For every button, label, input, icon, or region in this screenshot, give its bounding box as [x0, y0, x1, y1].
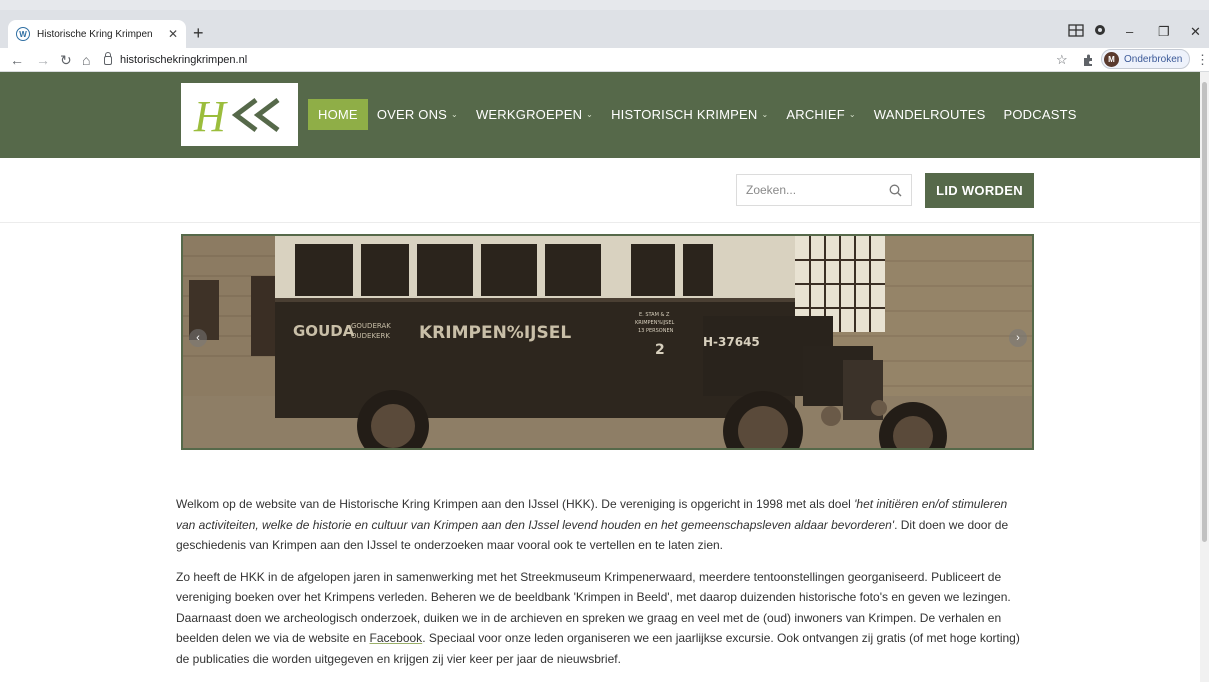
scrollbar-thumb[interactable]: [1202, 82, 1207, 542]
nav-label: HOME: [318, 107, 358, 122]
home-icon[interactable]: ⌂: [82, 51, 90, 69]
site-header: H HOME OVER ONS ⌄ WERKGROEPEN ⌄ HISTORISCH KR…: [0, 72, 1200, 158]
bus-text-oudekerk: OUDEKERK: [351, 332, 390, 340]
svg-text:H: H: [193, 94, 228, 136]
window-top-strip: [0, 0, 1209, 10]
reload-icon[interactable]: ↻: [60, 51, 72, 69]
tab-bar: W Historische Kring Krimpen ✕ + – ❐ ✕: [0, 10, 1209, 48]
utility-bar: LID WORDEN: [0, 158, 1200, 223]
search-icon[interactable]: [889, 184, 902, 197]
chevron-down-icon: ⌄: [761, 110, 769, 119]
url-field[interactable]: historischekringkrimpen.nl: [104, 50, 1144, 70]
back-icon[interactable]: ←: [10, 51, 24, 69]
menu-dots-icon[interactable]: ⋮: [1196, 50, 1209, 70]
bus-text-gouderak: GOUDERAK: [351, 322, 391, 330]
nav-label: OVER ONS: [376, 107, 448, 122]
new-tab-button[interactable]: +: [193, 24, 204, 42]
intro-text: Welkom op de website van de Historische …: [176, 494, 1026, 680]
browser-window: W Historische Kring Krimpen ✕ + – ❐ ✕ ← …: [0, 0, 1209, 682]
bookmark-star-icon[interactable]: ☆: [1056, 50, 1068, 70]
bus-license-plate: H-37645: [703, 335, 760, 349]
vintage-bus-photo: GOUDA GOUDERAK OUDEKERK KRIMPEN%IJSEL E.…: [183, 236, 1032, 448]
facebook-link[interactable]: Facebook: [369, 631, 422, 645]
search-box: [736, 174, 912, 206]
nav-item-historisch-krimpen[interactable]: HISTORISCH KRIMPEN ⌄: [602, 99, 777, 130]
url-text: historischekringkrimpen.nl: [120, 54, 248, 66]
close-window-button[interactable]: ✕: [1190, 24, 1201, 40]
browser-tab[interactable]: W Historische Kring Krimpen ✕: [8, 20, 186, 48]
extensions-icon[interactable]: [1082, 50, 1094, 70]
search-input[interactable]: [746, 183, 876, 197]
record-icon[interactable]: [1094, 24, 1106, 36]
lock-icon: [104, 51, 112, 65]
address-bar: ← → ↻ ⌂ historischekringkrimpen.nl ☆ M O…: [0, 48, 1209, 72]
nav-label: WANDELROUTES: [873, 107, 986, 122]
forward-icon[interactable]: →: [36, 51, 50, 69]
nav-label: HISTORISCH KRIMPEN: [611, 107, 758, 122]
bus-sign-line2: KRIMPEN%IJSEL: [635, 320, 674, 326]
nav-item-werkgroepen[interactable]: WERKGROEPEN ⌄: [467, 99, 602, 130]
intro-paragraph-1: Welkom op de website van de Historische …: [176, 497, 1009, 552]
chevron-down-icon: ⌄: [586, 110, 594, 119]
profile-label: Onderbroken: [1124, 53, 1183, 65]
avatar: M: [1104, 51, 1119, 67]
nav-item-home[interactable]: HOME: [308, 99, 368, 130]
chevron-down-icon: ⌄: [451, 110, 458, 119]
bus-sign-line1: E. STAM & Z: [639, 312, 670, 318]
wordpress-icon: W: [16, 27, 30, 41]
tab-search-icon[interactable]: [1068, 24, 1084, 37]
bus-number: 2: [655, 342, 665, 358]
restore-button[interactable]: ❐: [1158, 24, 1170, 40]
join-button[interactable]: LID WORDEN: [925, 173, 1034, 208]
nav-label: ARCHIEF: [786, 107, 845, 122]
close-tab-icon[interactable]: ✕: [168, 27, 178, 41]
hero-slider: GOUDA GOUDERAK OUDEKERK KRIMPEN%IJSEL E.…: [181, 234, 1034, 450]
tab-title: Historische Kring Krimpen: [37, 28, 153, 40]
chevron-down-icon: ⌄: [848, 110, 856, 119]
main-navigation: HOME OVER ONS ⌄ WERKGROEPEN ⌄ HISTORISCH KRIM…: [308, 99, 1086, 130]
nav-item-podcasts[interactable]: PODCASTS: [994, 99, 1085, 130]
nav-label: WERKGROEPEN: [475, 107, 583, 122]
bus-sign-line3: 13 PERSONEN: [638, 328, 674, 334]
slider-next-icon[interactable]: ›: [1009, 329, 1027, 347]
nav-item-archief[interactable]: ARCHIEF ⌄: [777, 99, 864, 130]
minimize-button[interactable]: –: [1126, 24, 1133, 39]
hkk-logo-icon: H: [193, 94, 279, 136]
nav-item-over-ons[interactable]: OVER ONS ⌄: [368, 99, 467, 130]
site-logo[interactable]: H: [181, 83, 298, 146]
bus-text-gouda: GOUDA: [293, 322, 355, 340]
bus-text-krimpen: KRIMPEN%IJSEL: [419, 323, 571, 343]
page-scrollbar[interactable]: [1200, 72, 1209, 682]
nav-label: PODCASTS: [1003, 107, 1077, 122]
nav-item-wandelroutes[interactable]: WANDELROUTES: [865, 99, 995, 130]
intro-paragraph-2: Zo heeft de HKK in de afgelopen jaren in…: [176, 569, 1020, 666]
slider-prev-icon[interactable]: ‹: [189, 329, 207, 347]
profile-button[interactable]: M Onderbroken: [1101, 49, 1191, 69]
